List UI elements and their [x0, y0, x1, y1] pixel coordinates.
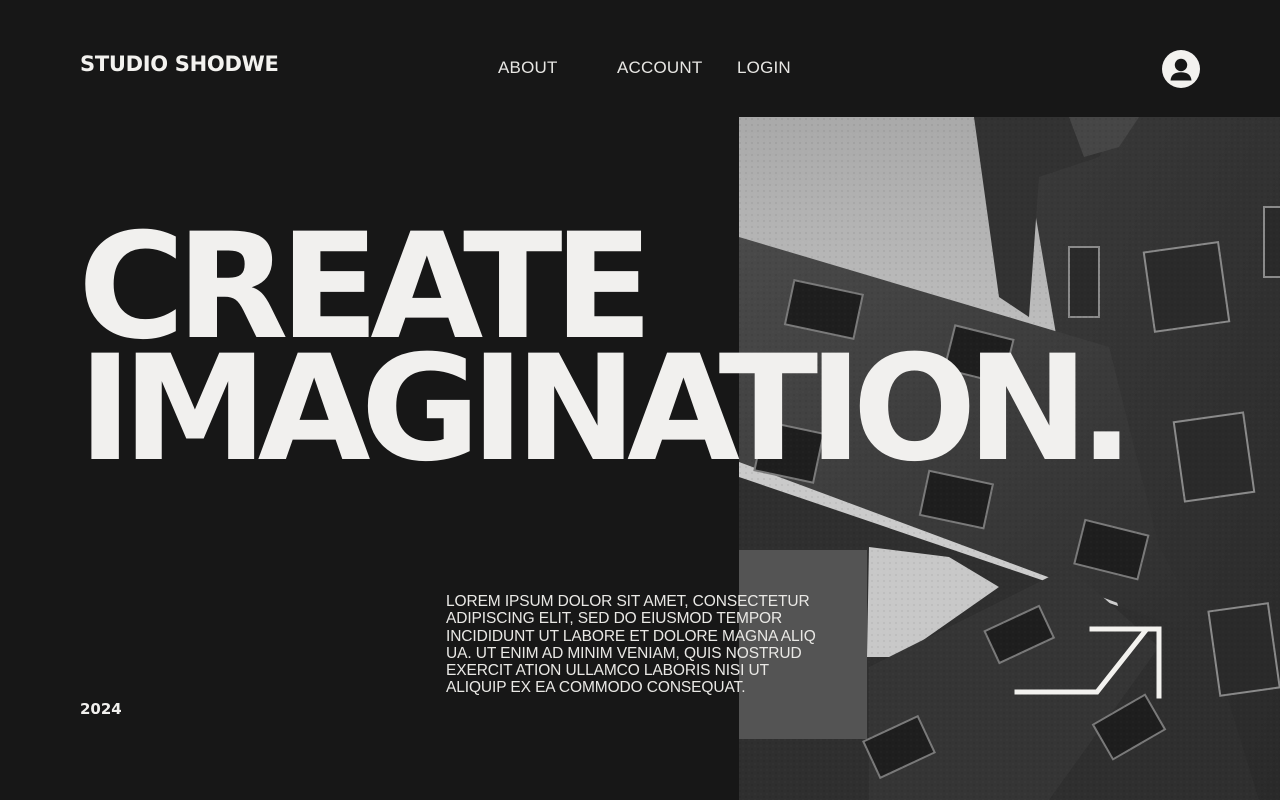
- nav-about-link[interactable]: ABOUT: [498, 58, 558, 78]
- arrow-up-right-icon: [1014, 626, 1162, 699]
- user-icon: [1170, 58, 1192, 81]
- nav-login-link[interactable]: LOGIN: [737, 58, 791, 78]
- user-account-button[interactable]: [1162, 50, 1200, 88]
- hero-description: LOREM IPSUM DOLOR SIT AMET, CONSECTETUR …: [446, 593, 816, 697]
- year-label: 2024: [80, 700, 122, 718]
- nav-account-link[interactable]: ACCOUNT: [617, 58, 702, 78]
- arrow-link-button[interactable]: [1014, 624, 1166, 700]
- headline-line-2: IMAGINATION.: [78, 324, 1134, 494]
- brand-logo[interactable]: STUDIO SHODWE: [80, 52, 279, 76]
